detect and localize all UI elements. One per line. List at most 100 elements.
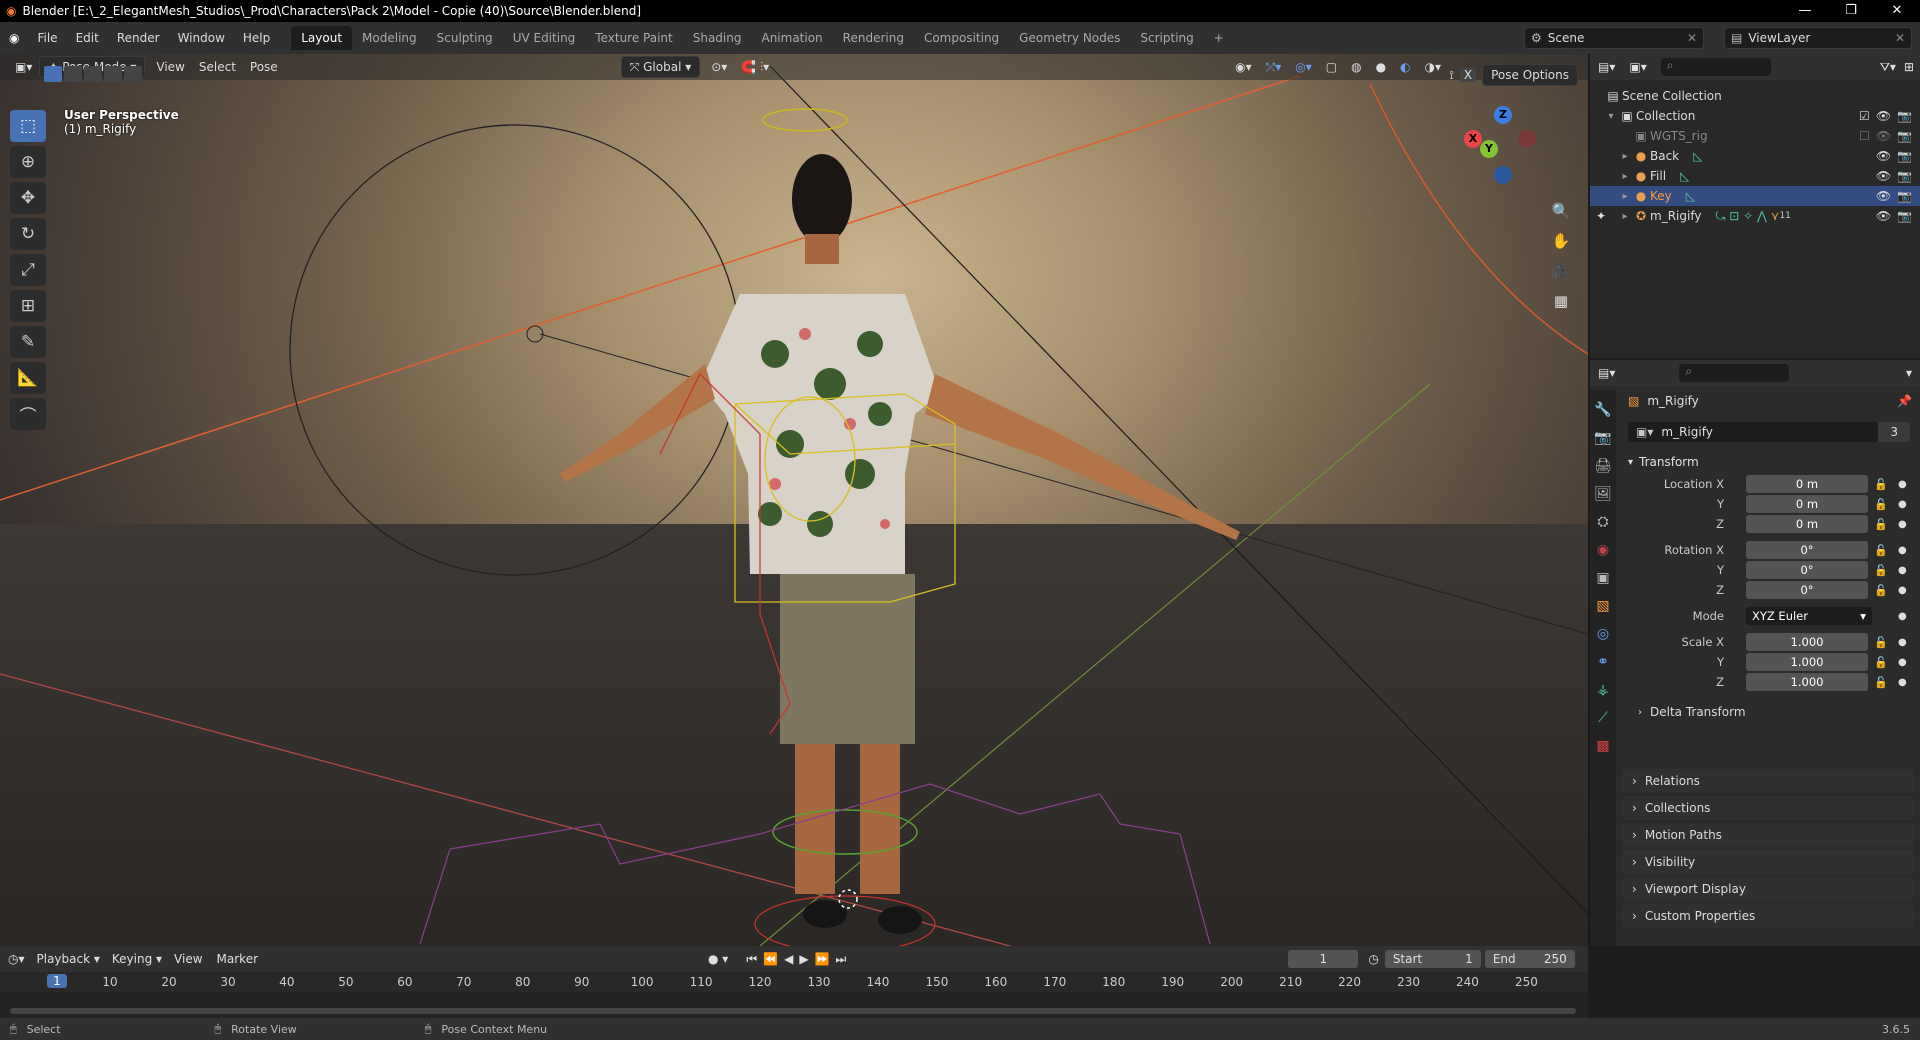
restore-button[interactable]: ❐	[1828, 0, 1874, 22]
lock-icon[interactable]: 🔓	[1874, 636, 1888, 649]
tab-geometry-nodes[interactable]: Geometry Nodes	[1009, 26, 1130, 50]
panel-custom-properties[interactable]: › Custom Properties	[1622, 904, 1914, 928]
keyframe-dot-icon[interactable]: ●	[1898, 545, 1907, 556]
transform-tool[interactable]: ⊞	[10, 290, 46, 322]
viewport-menu-view[interactable]: View	[149, 57, 191, 77]
measure-tool[interactable]: 📐	[10, 362, 46, 394]
scale-tool[interactable]: ⤢	[10, 254, 46, 286]
xray-icon[interactable]: ▢	[1319, 57, 1344, 77]
close-button[interactable]: ✕	[1874, 0, 1920, 22]
mirror-x-icon[interactable]: X	[1459, 68, 1477, 82]
tab-scripting[interactable]: Scripting	[1130, 26, 1203, 50]
texture-tab-icon[interactable]: ▩	[1596, 732, 1609, 760]
panel-relations[interactable]: › Relations	[1622, 769, 1914, 793]
outliner-row-collection[interactable]: ▾ ▣ Collection ☑ 👁 📷	[1590, 106, 1920, 126]
ortho-grid-icon[interactable]: ▦	[1548, 288, 1574, 314]
menu-edit[interactable]: Edit	[67, 22, 108, 54]
outliner-row-fill[interactable]: ▸ ● Fill ◺ 👁 📷	[1590, 166, 1920, 186]
gizmo-x-axis[interactable]: X	[1464, 130, 1482, 148]
keyframe-dot-icon[interactable]: ●	[1898, 677, 1907, 688]
outliner-row-m-rigify[interactable]: ✦ ▸ ✪ m_Rigify ⤿ ⊡ ✧ ⋀ ⋎ 11 👁 📷	[1590, 206, 1920, 226]
viewport-menu-pose[interactable]: Pose	[243, 57, 285, 77]
collection-checkbox[interactable]: ☑	[1859, 109, 1870, 123]
jump-start-icon[interactable]: ⏮	[746, 952, 763, 966]
scale-x-field[interactable]: 1.000	[1746, 633, 1868, 651]
shading-wireframe-icon[interactable]: ◍	[1344, 57, 1368, 77]
pin-icon[interactable]: 📌	[1897, 394, 1912, 408]
scale-y-field[interactable]: 1.000	[1746, 653, 1868, 671]
preview-range-icon[interactable]: ◷	[1368, 952, 1378, 966]
display-mode-icon[interactable]: ▣▾	[1629, 60, 1646, 74]
eye-icon[interactable]: 👁	[1876, 149, 1891, 163]
collection-tab-icon[interactable]: ▣	[1596, 564, 1609, 592]
menu-file[interactable]: File	[28, 22, 66, 54]
location-x-field[interactable]: 0 m	[1746, 475, 1868, 493]
snap-icon[interactable]: 🧲 ⫶▾	[734, 57, 776, 77]
new-collection-icon[interactable]: ⊞	[1904, 60, 1914, 74]
tab-shading[interactable]: Shading	[683, 26, 752, 50]
pivot-icon[interactable]: ⊙▾	[704, 57, 734, 77]
lock-icon[interactable]: 🔓	[1874, 498, 1888, 511]
shading-material-icon[interactable]: ◐	[1393, 57, 1417, 77]
world-tab-icon[interactable]: ◉	[1597, 536, 1609, 564]
timeline-scrollbar[interactable]	[10, 1008, 1576, 1014]
collection-checkbox[interactable]: ☐	[1859, 129, 1870, 143]
panel-visibility[interactable]: › Visibility	[1622, 850, 1914, 874]
keyframe-dot-icon[interactable]: ●	[1898, 519, 1907, 530]
rotation-z-field[interactable]: 0°	[1746, 581, 1868, 599]
location-y-field[interactable]: 0 m	[1746, 495, 1868, 513]
panel-collections[interactable]: › Collections	[1622, 796, 1914, 820]
lock-icon[interactable]: 🔓	[1874, 676, 1888, 689]
rotation-mode-dropdown[interactable]: XYZ Euler ▾	[1746, 607, 1872, 625]
annotate-tool[interactable]: ✎	[10, 326, 46, 358]
scene-close-icon[interactable]: ✕	[1687, 31, 1697, 45]
expand-arrow-icon[interactable]: ▸	[1618, 211, 1632, 222]
rotation-y-field[interactable]: 0°	[1746, 561, 1868, 579]
tab-modeling[interactable]: Modeling	[352, 26, 427, 50]
overlay-toggle-icon[interactable]: ◎▾	[1288, 57, 1319, 77]
prev-keyframe-icon[interactable]: ⏪	[763, 952, 784, 966]
outliner-row-wgts-rig[interactable]: ▣ WGTS_rig ☐ 👁 📷	[1590, 126, 1920, 146]
camera-view-icon[interactable]: 🎥	[1548, 258, 1574, 284]
gizmo-z-axis[interactable]: Z	[1494, 106, 1512, 124]
move-tool[interactable]: ✥	[10, 182, 46, 214]
render-tab-icon[interactable]: 📷	[1594, 424, 1611, 452]
datablock-selector[interactable]: ▣▾ m_Rigify 3	[1628, 422, 1910, 442]
transform-panel-header[interactable]: ▾ Transform	[1622, 450, 1916, 474]
lock-icon[interactable]: 🔓	[1874, 656, 1888, 669]
current-frame-field[interactable]: 1	[1288, 950, 1359, 968]
menu-help[interactable]: Help	[234, 22, 279, 54]
shading-rendered-icon[interactable]: ◑▾	[1418, 57, 1449, 77]
play-icon[interactable]: ▶	[799, 952, 814, 966]
jump-end-icon[interactable]: ⏭	[836, 952, 853, 966]
zoom-icon[interactable]: 🔍	[1548, 198, 1574, 224]
bone-envelope-tool[interactable]: ⌒	[10, 398, 46, 430]
frame-ruler[interactable]: 1 10 20 30 40 50 60 70 80 90 100 110 120 130 140 150 160…	[0, 972, 1588, 992]
keyframe-dot-icon[interactable]: ●	[1898, 585, 1907, 596]
select-new-icon[interactable]	[44, 66, 62, 82]
tab-rendering[interactable]: Rendering	[833, 26, 914, 50]
play-reverse-icon[interactable]: ◀	[784, 952, 799, 966]
eye-icon[interactable]: 👁	[1876, 209, 1891, 223]
expand-arrow-icon[interactable]: ▸	[1618, 191, 1632, 202]
eye-icon[interactable]: 👁	[1876, 109, 1891, 123]
select-subtract-icon[interactable]	[84, 66, 102, 82]
lock-icon[interactable]: 🔓	[1874, 584, 1888, 597]
next-keyframe-icon[interactable]: ⏩	[815, 952, 836, 966]
minimize-button[interactable]: —	[1782, 0, 1828, 22]
filter-icon[interactable]: ⛛▾	[1880, 60, 1896, 75]
camera-icon[interactable]: 📷	[1897, 129, 1912, 143]
gizmo-y-axis[interactable]: Y	[1480, 140, 1498, 158]
scale-z-field[interactable]: 1.000	[1746, 673, 1868, 691]
timeline-menu-keying[interactable]: Keying ▾	[112, 952, 162, 966]
output-tab-icon[interactable]: 🖨	[1594, 452, 1612, 480]
pose-options-dropdown[interactable]: Pose Options	[1482, 64, 1578, 86]
camera-icon[interactable]: 📷	[1897, 189, 1912, 203]
timeline-editor-icon[interactable]: ◷▾	[8, 952, 25, 966]
outliner-row-key[interactable]: ▸ ● Key ◺ 👁 📷	[1590, 186, 1920, 206]
rotate-tool[interactable]: ↻	[10, 218, 46, 250]
menu-render[interactable]: Render	[108, 22, 169, 54]
rotation-x-field[interactable]: 0°	[1746, 541, 1868, 559]
lock-icon[interactable]: 🔓	[1874, 518, 1888, 531]
eye-icon[interactable]: 👁	[1876, 169, 1891, 183]
